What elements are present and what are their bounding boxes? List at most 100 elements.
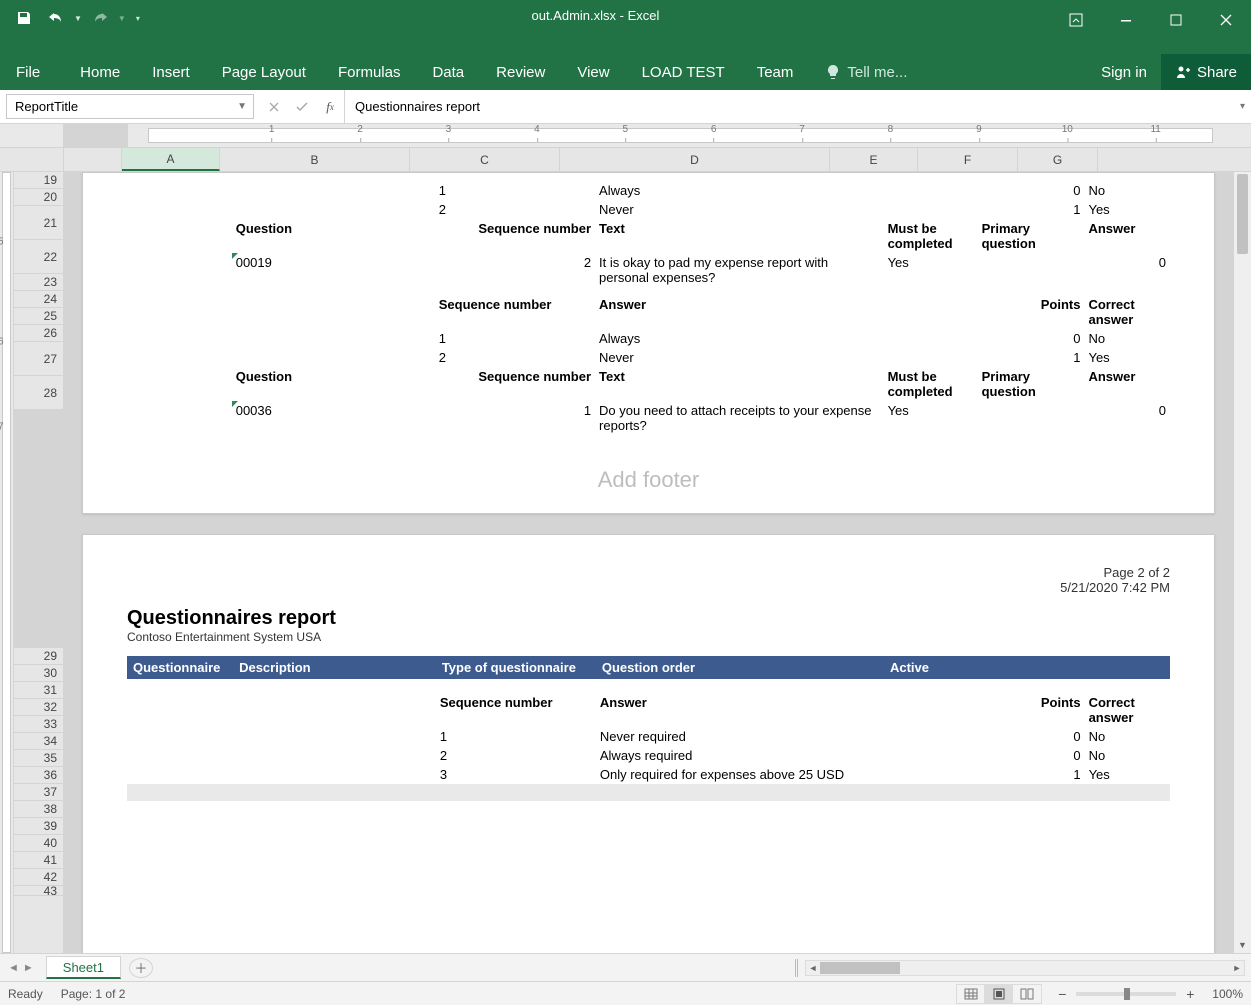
row-header[interactable]: 32: [14, 699, 63, 716]
scrollbar-thumb[interactable]: [820, 962, 900, 974]
cell[interactable]: Always: [595, 181, 884, 200]
horizontal-ruler[interactable]: 1 2 3 4 5 6 7 8 9 10 11: [128, 124, 1233, 148]
cell[interactable]: Yes: [884, 253, 978, 287]
row-header[interactable]: 24: [14, 291, 63, 308]
col-type[interactable]: Type of questionnaire: [436, 656, 596, 679]
cell[interactable]: 1: [435, 181, 595, 200]
name-box-input[interactable]: [13, 98, 233, 115]
cell[interactable]: 2: [435, 200, 595, 219]
formula-expand-icon[interactable]: ▾: [1240, 101, 1245, 112]
cell[interactable]: Never required: [596, 727, 884, 746]
row-header[interactable]: 26: [14, 325, 63, 342]
vertical-scrollbar[interactable]: ▲ ▼: [1233, 172, 1251, 953]
cell[interactable]: Always: [595, 329, 884, 348]
cell[interactable]: 1: [435, 329, 595, 348]
tab-home[interactable]: Home: [64, 54, 136, 90]
cell[interactable]: Primary question: [978, 219, 1085, 253]
insert-function-button[interactable]: fx: [316, 99, 344, 115]
col-description[interactable]: Description: [233, 656, 436, 679]
cell[interactable]: 0: [1084, 401, 1170, 435]
new-sheet-button[interactable]: ＋: [129, 958, 153, 978]
cell[interactable]: 2: [436, 746, 596, 765]
column-header-c[interactable]: C: [410, 148, 560, 171]
scrollbar-thumb[interactable]: [1237, 174, 1248, 254]
tab-formulas[interactable]: Formulas: [322, 54, 417, 90]
column-header-e[interactable]: E: [830, 148, 918, 171]
cell[interactable]: 0: [978, 329, 1085, 348]
cell[interactable]: Never: [595, 200, 884, 219]
share-button[interactable]: Share: [1161, 54, 1251, 90]
cell[interactable]: No: [1085, 727, 1170, 746]
scroll-left-icon[interactable]: ◄: [806, 961, 820, 975]
col-questionnaire[interactable]: Questionnaire: [127, 656, 233, 679]
sheet-nav[interactable]: ◄ ►: [0, 962, 42, 974]
row-header[interactable]: 43: [14, 886, 63, 896]
row-header[interactable]: 33: [14, 716, 63, 733]
formula-enter-button[interactable]: [288, 101, 316, 113]
cell[interactable]: It is okay to pad my expense report with…: [595, 253, 884, 287]
zoom-percent[interactable]: 100%: [1212, 987, 1243, 1001]
cell[interactable]: Correct answer: [1084, 295, 1170, 329]
name-box-dropdown-icon[interactable]: ▼: [233, 101, 247, 112]
column-header-f[interactable]: F: [918, 148, 1018, 171]
column-header-b[interactable]: B: [220, 148, 410, 171]
select-all-button[interactable]: [0, 148, 64, 171]
horizontal-scrollbar[interactable]: ◄ ►: [805, 960, 1245, 976]
cell[interactable]: Points: [978, 295, 1085, 329]
tab-file[interactable]: File: [0, 54, 56, 90]
cell[interactable]: 1: [436, 727, 596, 746]
undo-dropdown-icon[interactable]: ▼: [74, 14, 82, 23]
row-header[interactable]: 20: [14, 189, 63, 206]
cell[interactable]: Answer: [1084, 219, 1170, 253]
cell[interactable]: Only required for expenses above 25 USD: [596, 765, 884, 784]
vertical-ruler[interactable]: 5 6 7: [0, 172, 14, 953]
cell[interactable]: 1: [978, 200, 1085, 219]
view-normal-button[interactable]: [957, 985, 985, 1003]
scroll-down-icon[interactable]: ▼: [1234, 937, 1251, 953]
redo-dropdown-icon[interactable]: ▼: [118, 14, 126, 23]
cell[interactable]: 00019: [232, 253, 435, 287]
cell[interactable]: 0: [1084, 253, 1170, 287]
cell[interactable]: 1: [978, 348, 1085, 367]
row-header[interactable]: 36: [14, 767, 63, 784]
row-header[interactable]: 39: [14, 818, 63, 835]
zoom-out-button[interactable]: −: [1054, 986, 1070, 1002]
formula-input[interactable]: [353, 98, 1243, 115]
formula-cancel-button[interactable]: [260, 101, 288, 113]
cell[interactable]: Yes: [884, 401, 978, 435]
cell[interactable]: Points: [978, 693, 1085, 727]
name-box[interactable]: ▼: [6, 94, 254, 119]
cell[interactable]: Yes: [1085, 765, 1170, 784]
tab-load-test[interactable]: LOAD TEST: [626, 54, 741, 90]
row-header[interactable]: 30: [14, 665, 63, 682]
cell[interactable]: Yes: [1084, 348, 1170, 367]
cell[interactable]: 2: [435, 348, 595, 367]
zoom-in-button[interactable]: +: [1182, 986, 1198, 1002]
tab-data[interactable]: Data: [416, 54, 480, 90]
row-header[interactable]: 40: [14, 835, 63, 852]
cell[interactable]: Always required: [596, 746, 884, 765]
save-button[interactable]: [10, 5, 38, 31]
maximize-button[interactable]: [1151, 4, 1201, 36]
row-header[interactable]: 41: [14, 852, 63, 869]
tab-insert[interactable]: Insert: [136, 54, 206, 90]
tell-me-search[interactable]: Tell me...: [825, 64, 907, 81]
cell[interactable]: Sequence number: [435, 295, 595, 329]
sheet-nav-prev-icon[interactable]: ◄: [8, 962, 19, 974]
row-header[interactable]: 29: [14, 648, 63, 665]
tab-view[interactable]: View: [561, 54, 625, 90]
row-header[interactable]: 38: [14, 801, 63, 818]
cell[interactable]: No: [1084, 329, 1170, 348]
report-subtitle[interactable]: Contoso Entertainment System USA: [83, 630, 1214, 652]
row-header[interactable]: 19: [14, 172, 63, 189]
sign-in-button[interactable]: Sign in: [1087, 64, 1161, 81]
cell[interactable]: Answer: [596, 693, 884, 727]
cell[interactable]: Do you need to attach receipts to your e…: [595, 401, 884, 435]
row-header[interactable]: 27: [14, 342, 63, 376]
zoom-slider-thumb[interactable]: [1124, 988, 1130, 1000]
column-header-a[interactable]: A: [122, 148, 220, 171]
tab-review[interactable]: Review: [480, 54, 561, 90]
cell[interactable]: No: [1085, 746, 1170, 765]
formula-input-area[interactable]: ▾: [345, 90, 1251, 123]
cell[interactable]: Answer: [1084, 367, 1170, 401]
